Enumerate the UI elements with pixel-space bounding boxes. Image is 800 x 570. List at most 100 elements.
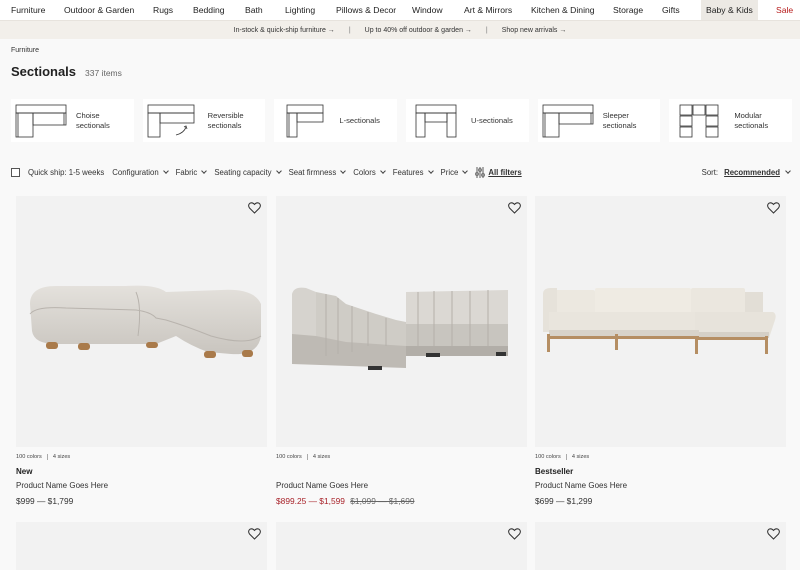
nav-item-pillows-decor[interactable]: Pillows & Decor xyxy=(336,0,396,20)
product-badge: New xyxy=(16,467,33,476)
chevron-down-icon xyxy=(201,167,208,174)
tile-label: U-sectionals xyxy=(471,115,513,125)
filter-seating-capacity[interactable]: Seating capacity xyxy=(214,168,282,177)
heart-icon[interactable] xyxy=(248,528,261,540)
filter-price[interactable]: Price xyxy=(441,167,469,177)
product-image[interactable] xyxy=(16,522,267,570)
chevron-down-icon xyxy=(785,167,791,174)
sort-value[interactable]: Recommended xyxy=(724,168,780,177)
filter-label: Configuration xyxy=(112,167,159,177)
size-count: 4 sizes xyxy=(52,454,71,460)
promo-link-outdoor-sale[interactable]: Up to 40% off outdoor & garden → xyxy=(365,27,472,34)
channel-tufted-sectional-image xyxy=(292,287,508,370)
filter-features[interactable]: Features xyxy=(392,167,434,177)
product-image[interactable] xyxy=(276,522,527,570)
color-count: 100 colors xyxy=(535,454,561,460)
tile-chaise-sectionals[interactable]: Choise sectionals xyxy=(11,99,134,142)
nav-item-furniture[interactable]: Furniture xyxy=(11,0,45,20)
filter-label: Colors xyxy=(353,167,376,177)
tile-u-sectionals[interactable]: U-sectionals xyxy=(406,99,529,142)
heart-icon[interactable] xyxy=(508,202,521,214)
promo-bar: In-stock & quick-ship furniture → | Up t… xyxy=(0,20,800,39)
quick-ship-label: Quick ship: 1-5 weeks xyxy=(28,167,105,177)
filter-configuration[interactable]: Configuration xyxy=(112,167,169,177)
sort-control[interactable]: Sort: Recommended xyxy=(701,165,791,179)
color-count: 100 colors xyxy=(276,454,302,460)
curved-sectional-image xyxy=(29,285,262,358)
heart-icon[interactable] xyxy=(767,202,780,214)
product-image[interactable] xyxy=(535,196,786,447)
heart-icon[interactable] xyxy=(767,528,780,540)
tile-modular-sectionals[interactable]: Modular sectionals xyxy=(669,99,793,142)
product-image[interactable] xyxy=(16,196,267,447)
item-count: 337 items xyxy=(85,68,122,78)
sliders-icon xyxy=(475,166,485,178)
nav-item-outdoor-garden[interactable]: Outdoor & Garden xyxy=(64,0,134,20)
product-meta: 100 colors 4 sizes xyxy=(276,454,527,460)
tile-reversible-sectionals[interactable]: Reversible sectionals xyxy=(142,99,266,142)
product-name[interactable]: Product Name Goes Here xyxy=(276,481,527,490)
tile-sleeper-sectionals[interactable]: Sleeper sectionals xyxy=(537,99,661,142)
product-card[interactable] xyxy=(276,522,527,570)
chaise-sectional-icon xyxy=(15,104,67,138)
modular-sectional-icon xyxy=(679,104,719,138)
sort-label: Sort: xyxy=(701,167,719,177)
nav-item-rugs[interactable]: Rugs xyxy=(153,0,173,20)
nav-item-window[interactable]: Window xyxy=(412,0,443,20)
nav-item-bedding[interactable]: Bedding xyxy=(193,0,225,20)
original-price: $1,099 — $1,699 xyxy=(350,496,415,506)
product-card[interactable]: 100 colors 4 sizes Product Name Goes Her… xyxy=(276,196,527,506)
chevron-down-icon xyxy=(162,167,169,174)
top-navigation: Furniture Outdoor & Garden Rugs Bedding … xyxy=(0,0,800,20)
sale-price: $899.25 — $1,599 xyxy=(276,496,345,506)
filter-label: Seat firmness xyxy=(288,167,337,177)
color-count: 100 colors xyxy=(16,454,42,460)
heart-icon[interactable] xyxy=(508,528,521,540)
u-sectional-icon xyxy=(415,104,457,138)
checkbox-box[interactable] xyxy=(11,167,20,177)
product-card[interactable]: 100 colors 4 sizes Bestseller Product Na… xyxy=(535,196,786,506)
quick-ship-checkbox[interactable]: Quick ship: 1-5 weeks xyxy=(11,167,105,177)
product-image[interactable] xyxy=(276,196,527,447)
product-image[interactable] xyxy=(535,522,786,570)
product-price: $999 — $1,799 xyxy=(16,496,74,506)
product-name[interactable]: Product Name Goes Here xyxy=(535,481,786,490)
l-sectional-icon xyxy=(286,104,324,138)
page-title: Sectionals xyxy=(11,64,77,79)
product-badge: Bestseller xyxy=(535,467,574,476)
product-name[interactable]: Product Name Goes Here xyxy=(16,481,267,490)
size-count: 4 sizes xyxy=(571,454,590,460)
nav-item-art-mirrors[interactable]: Art & Mirrors xyxy=(464,0,512,20)
chaise-sectional-image xyxy=(543,288,776,354)
nav-item-kitchen-dining[interactable]: Kitchen & Dining xyxy=(531,0,595,20)
product-card[interactable] xyxy=(535,522,786,570)
tile-label: Modular sectionals xyxy=(734,110,769,130)
product-price: $899.25 — $1,599 $1,099 — $1,699 xyxy=(276,496,527,506)
category-tiles: Choise sectionals Reversible sectionals … xyxy=(11,99,793,142)
tile-label: Sleeper sectionals xyxy=(602,110,637,130)
nav-item-baby-kids[interactable]: Baby & Kids xyxy=(701,0,758,20)
all-filters-button[interactable]: All filters xyxy=(475,166,522,178)
chevron-down-icon xyxy=(462,167,469,174)
nav-item-sale[interactable]: Sale xyxy=(776,0,793,20)
heart-icon[interactable] xyxy=(248,202,261,214)
filter-fabric[interactable]: Fabric xyxy=(175,167,208,177)
breadcrumb[interactable]: Furniture xyxy=(11,47,39,54)
promo-link-new-arrivals[interactable]: Shop new arrivals → xyxy=(502,27,567,34)
promo-link-quick-ship[interactable]: In-stock & quick-ship furniture → xyxy=(234,27,335,34)
nav-item-gifts[interactable]: Gifts xyxy=(662,0,680,20)
divider xyxy=(306,454,308,460)
filter-label: Fabric xyxy=(175,167,198,177)
divider xyxy=(565,454,567,460)
tile-l-sectionals[interactable]: L-sectionals xyxy=(274,99,398,142)
product-card[interactable]: 100 colors 4 sizes New Product Name Goes… xyxy=(16,196,267,506)
tile-label: Reversible sectionals xyxy=(207,110,244,130)
nav-item-lighting[interactable]: Lighting xyxy=(285,0,315,20)
nav-item-bath[interactable]: Bath xyxy=(245,0,263,20)
nav-item-storage[interactable]: Storage xyxy=(613,0,643,20)
filter-colors[interactable]: Colors xyxy=(353,167,386,177)
product-card[interactable] xyxy=(16,522,267,570)
reversible-sectional-icon xyxy=(147,104,195,138)
filter-seat-firmness[interactable]: Seat firmness xyxy=(288,167,347,177)
filter-label: Features xyxy=(392,167,424,177)
